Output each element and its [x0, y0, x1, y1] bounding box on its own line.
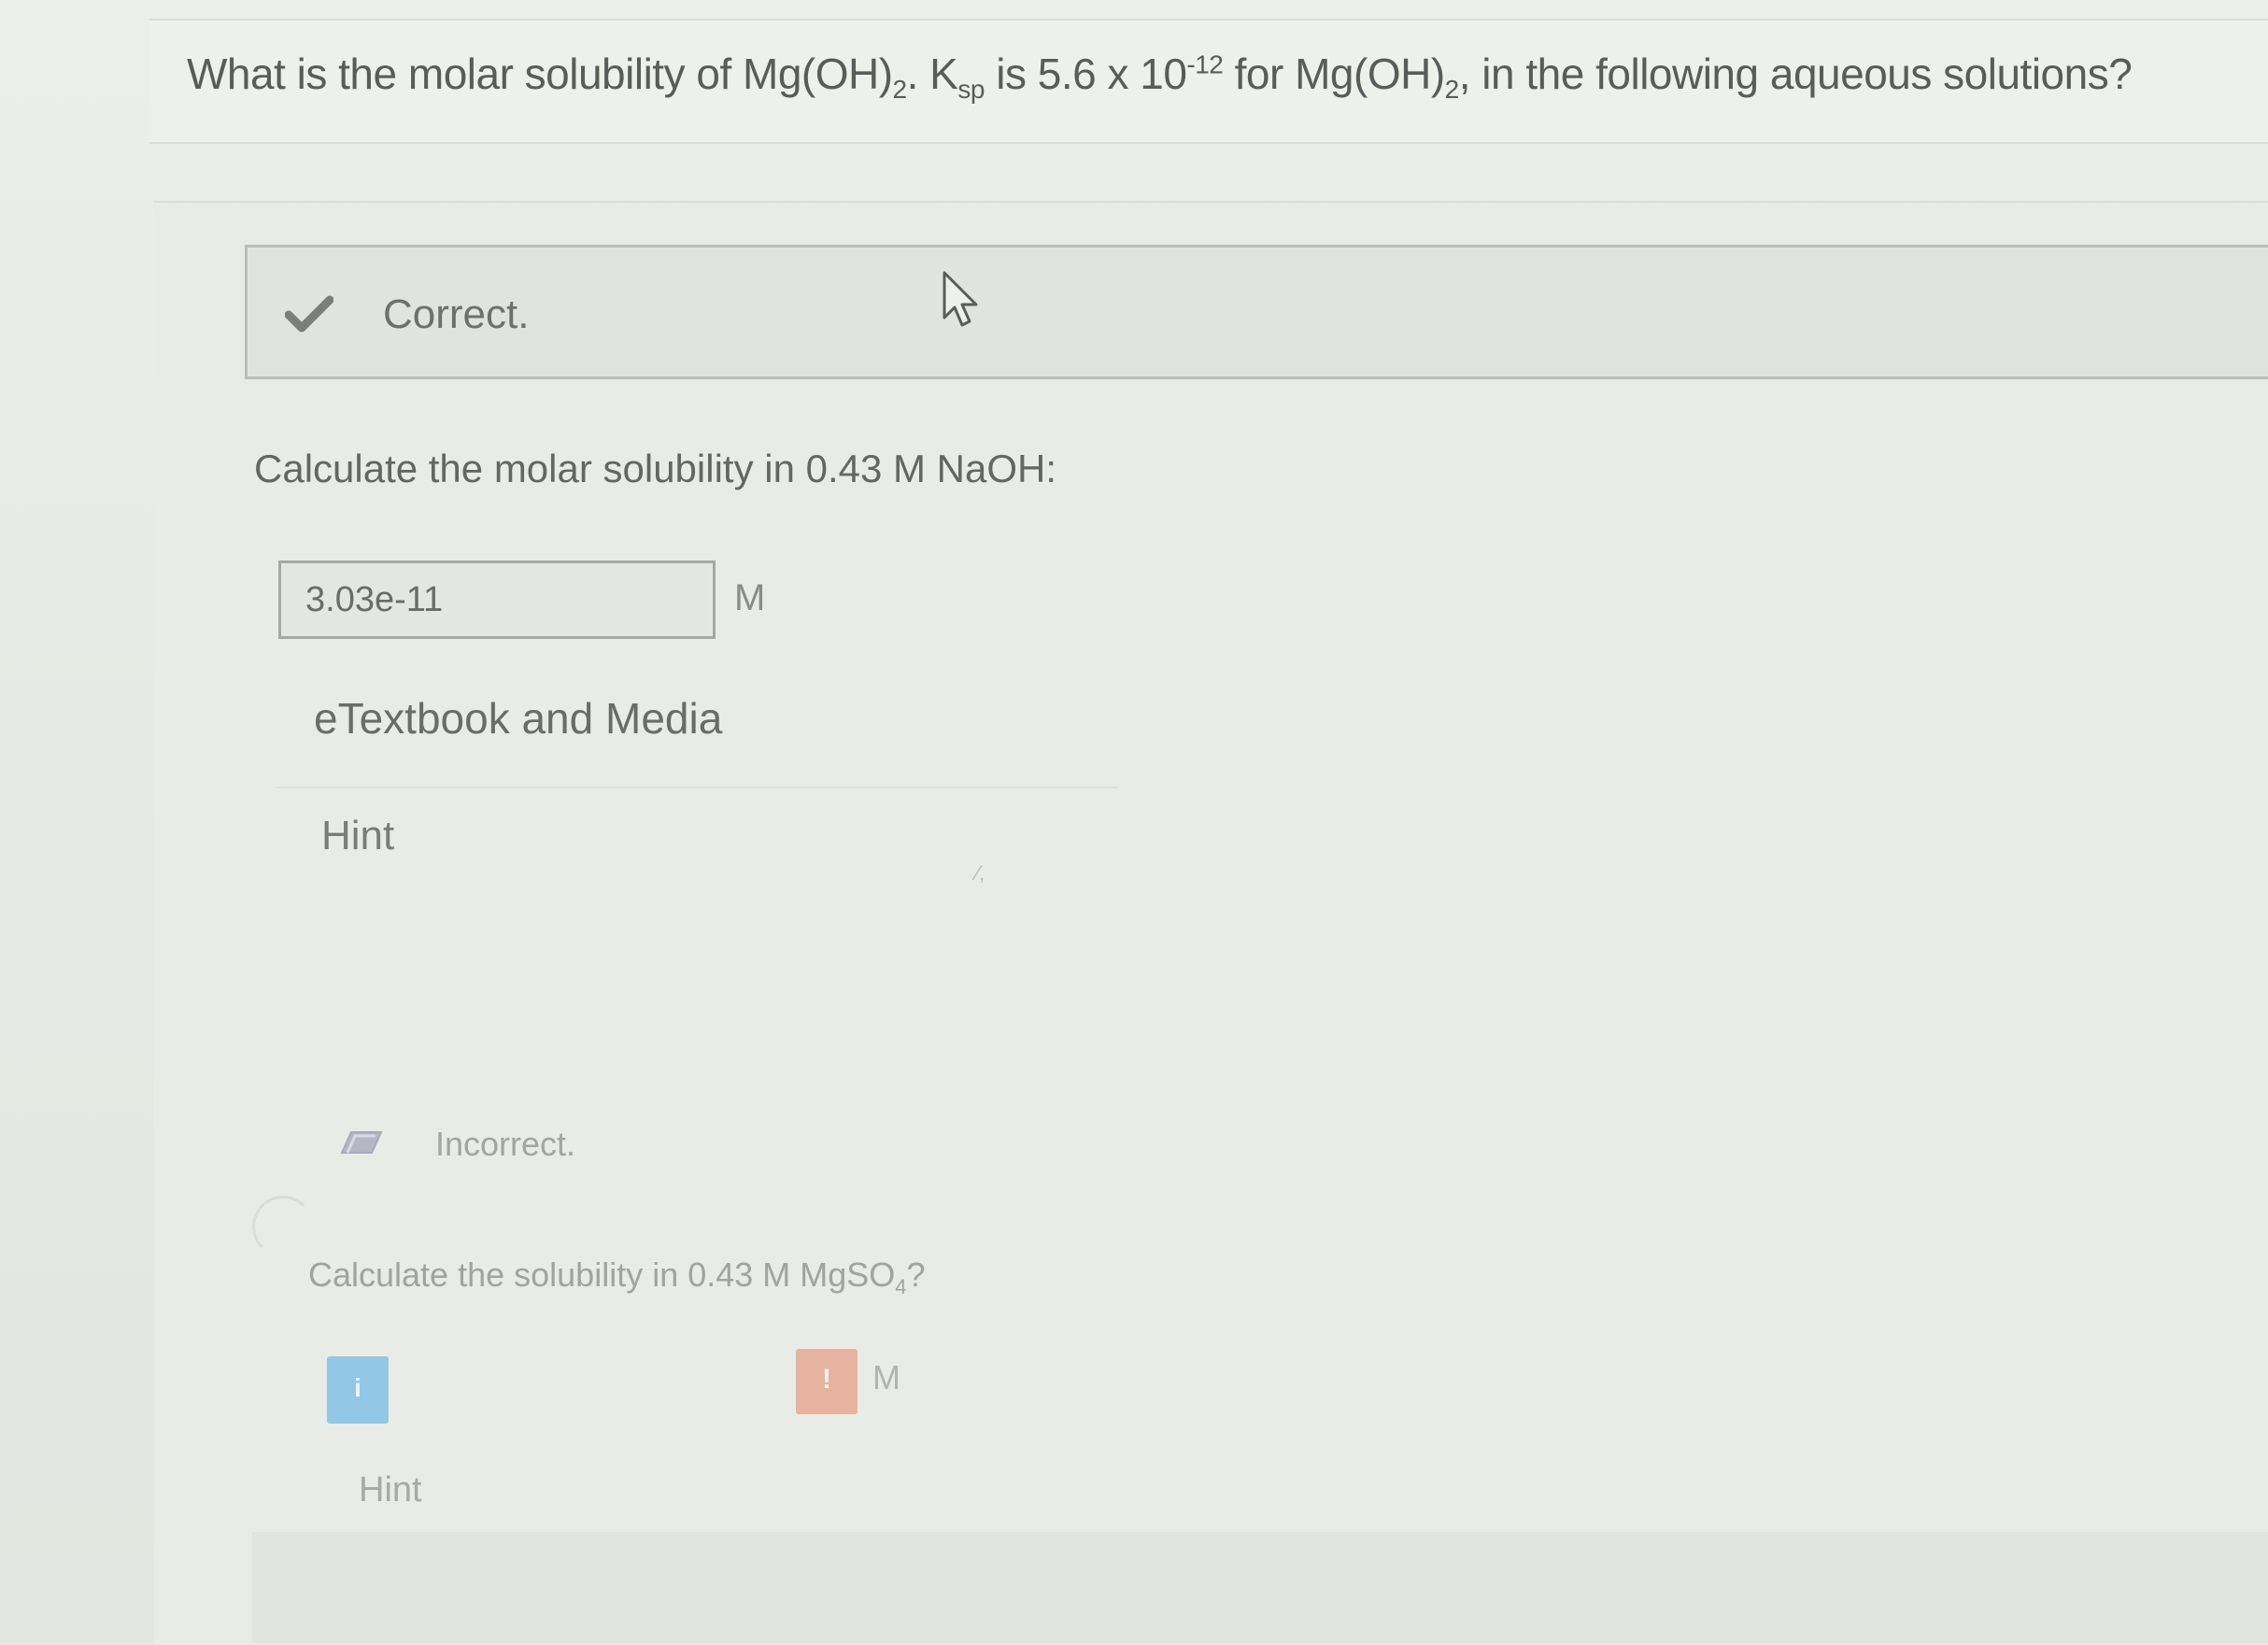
- check-icon: [285, 295, 333, 333]
- part1-hint-link[interactable]: Hint: [321, 813, 394, 859]
- part1-answer-input[interactable]: [278, 560, 716, 639]
- alert-icon: !: [822, 1364, 831, 1395]
- part1-unit-label: M: [734, 577, 766, 618]
- correct-feedback-banner: [245, 245, 2268, 379]
- pencil-icon: [340, 1131, 383, 1154]
- part2-question-prompt: Calculate the solubility in 0.43 M MgSO4…: [308, 1255, 926, 1299]
- correct-status-label: Correct.: [383, 291, 530, 337]
- screen-smudge: ⁄‚: [976, 861, 985, 885]
- part2-error-badge[interactable]: !: [796, 1349, 858, 1414]
- part1-question-prompt: Calculate the molar solubility in 0.43 M…: [254, 447, 1057, 490]
- question-content-panel: [154, 201, 2268, 1645]
- part2-info-badge[interactable]: i: [327, 1356, 389, 1424]
- etextbook-and-media-link[interactable]: eTextbook and Media: [314, 693, 722, 744]
- mouse-pointer-icon: [943, 271, 978, 327]
- info-icon: i: [354, 1373, 361, 1402]
- question-text: What is the molar solubility of Mg(OH)2.…: [187, 50, 2133, 105]
- part2-hint-link[interactable]: Hint: [359, 1470, 422, 1510]
- incorrect-status-label: Incorrect.: [435, 1125, 576, 1163]
- bottom-panel-shade: [252, 1532, 2268, 1643]
- collapse-arc-decoration: [252, 1196, 314, 1257]
- part2-unit-label: M: [872, 1358, 900, 1397]
